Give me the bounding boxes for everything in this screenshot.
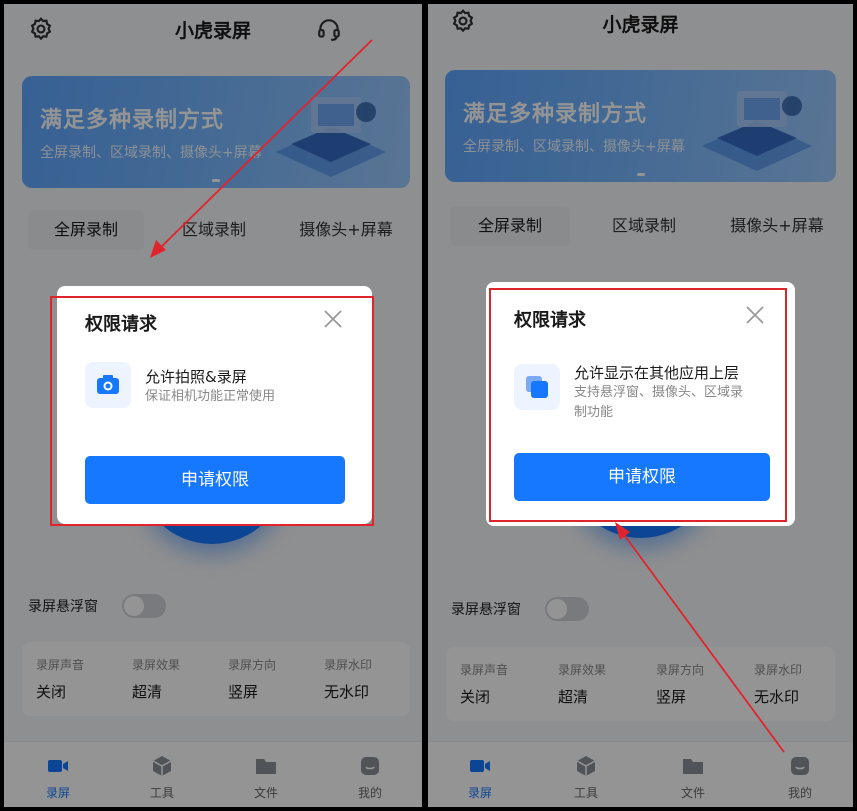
- phone-screen-left: 小虎录屏 满足多种录制方式 全屏录制、区域录制、摄像头+屏幕 全屏录制 区域录制…: [4, 4, 422, 807]
- annotation-highlight-box: [489, 288, 787, 522]
- annotation-highlight-box: [50, 296, 374, 526]
- phone-screen-right: 小虎录屏 满足多种录制方式 全屏录制、区域录制、摄像头+屏幕 全屏录制 区域录制…: [428, 4, 853, 807]
- screenshot-stage: 小虎录屏 满足多种录制方式 全屏录制、区域录制、摄像头+屏幕 全屏录制 区域录制…: [0, 0, 857, 811]
